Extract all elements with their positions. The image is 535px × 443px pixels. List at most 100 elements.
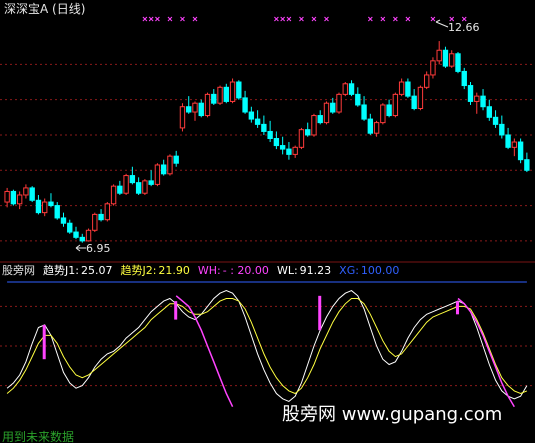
candle-body xyxy=(254,118,261,125)
candle-body xyxy=(492,116,499,125)
candle-body xyxy=(386,104,392,117)
candle-body xyxy=(480,95,486,108)
candle-body xyxy=(167,155,173,175)
candle-body xyxy=(129,175,136,184)
candle-body xyxy=(23,187,29,196)
candle-body xyxy=(135,182,142,194)
signal-bar xyxy=(455,301,459,315)
legend-label: WH: xyxy=(198,264,221,277)
candle-body xyxy=(35,199,42,214)
candle-body xyxy=(217,86,223,104)
candle-body xyxy=(186,106,192,113)
candle-body xyxy=(48,201,54,207)
candle-body xyxy=(398,81,405,95)
candle-body xyxy=(67,222,73,233)
candle-body xyxy=(449,53,455,67)
candle-body xyxy=(311,115,317,136)
candle-body xyxy=(436,49,442,62)
candle-body xyxy=(236,81,242,99)
candle-body xyxy=(211,93,217,104)
legend-value: - : 20.00 xyxy=(223,264,269,277)
indicator-legend: 股旁网 趋势J1: 25.07 趋势J2: 21.90 WH: - : 20.00 WL: 91… xyxy=(2,263,399,277)
candle-body xyxy=(154,164,161,185)
legend-value: 21.90 xyxy=(158,264,190,277)
candle-body xyxy=(423,74,430,88)
candle-body xyxy=(192,102,198,113)
candle-body xyxy=(330,102,336,113)
footer-note: 用到未来数据 xyxy=(2,429,74,443)
candle-body xyxy=(517,141,524,161)
candle-body xyxy=(405,81,411,97)
candle-body xyxy=(430,60,436,76)
candle-body xyxy=(380,104,386,124)
candle-body xyxy=(110,185,117,205)
candle-body xyxy=(85,229,92,242)
candle-body xyxy=(286,148,292,155)
candle-body xyxy=(461,70,467,87)
candle-body xyxy=(417,86,424,109)
candle-body xyxy=(117,185,123,194)
candle-body xyxy=(267,130,273,139)
candle-body xyxy=(355,93,361,106)
candle-body xyxy=(511,141,518,148)
candle-body xyxy=(305,129,311,136)
candle-body xyxy=(499,123,505,136)
candle-body xyxy=(198,102,204,117)
candle-body xyxy=(92,213,98,231)
watermark: 股旁网 www.gupang.com xyxy=(282,404,502,425)
candle-body xyxy=(505,134,511,148)
signal-bar xyxy=(318,295,322,331)
chart-title: 深深宝A (日线) xyxy=(4,2,85,16)
candle-body xyxy=(29,187,35,201)
legend-label: XG: xyxy=(339,264,359,277)
candle-body xyxy=(148,180,154,185)
candle-body xyxy=(442,49,449,67)
candle-body xyxy=(474,95,480,102)
candle-body xyxy=(160,164,167,175)
candle-body xyxy=(273,138,280,147)
candle-body xyxy=(342,83,348,95)
legend-label: 趋势J1: xyxy=(43,264,79,277)
candle-body xyxy=(179,106,186,129)
candle-body xyxy=(142,180,148,194)
candle-body xyxy=(73,231,79,238)
candle-body xyxy=(229,81,236,102)
candle-body xyxy=(98,213,104,221)
candle-body xyxy=(323,102,330,124)
legend-label: WL: xyxy=(277,264,298,277)
candle-body xyxy=(455,53,461,72)
signal-bar xyxy=(42,324,46,360)
legend-label: 股旁网 xyxy=(2,263,35,277)
candle-body xyxy=(486,106,492,118)
legend-value: 100.00 xyxy=(361,264,400,277)
candle-body xyxy=(10,190,17,205)
legend-label: 趋势J2: xyxy=(120,264,156,277)
candle-body xyxy=(204,93,211,117)
candle-body xyxy=(16,194,23,205)
signal-bar xyxy=(174,301,178,320)
candle-body xyxy=(42,201,48,214)
candle-body xyxy=(104,203,111,221)
high-price-label: 12.66 xyxy=(448,21,480,34)
candle-body xyxy=(411,95,417,109)
candle-body xyxy=(524,159,530,171)
candle-body xyxy=(392,93,399,117)
candle-body xyxy=(367,118,374,134)
candle-body xyxy=(242,97,248,113)
candle-body xyxy=(336,93,342,113)
candle-body xyxy=(123,175,129,194)
legend-value: 25.07 xyxy=(81,264,113,277)
candle-body xyxy=(248,111,255,120)
candle-body xyxy=(361,104,367,120)
candle-body xyxy=(4,190,10,203)
candle-body xyxy=(223,86,229,102)
candle-body xyxy=(298,129,305,148)
candle-body xyxy=(348,83,355,95)
legend-value: 91.23 xyxy=(300,264,332,277)
candle-body xyxy=(292,146,298,155)
candle-body xyxy=(261,123,267,132)
low-price-label: 6.95 xyxy=(86,242,111,255)
candle-body xyxy=(373,122,380,134)
candle-body xyxy=(317,115,323,124)
candle-body xyxy=(60,217,67,224)
